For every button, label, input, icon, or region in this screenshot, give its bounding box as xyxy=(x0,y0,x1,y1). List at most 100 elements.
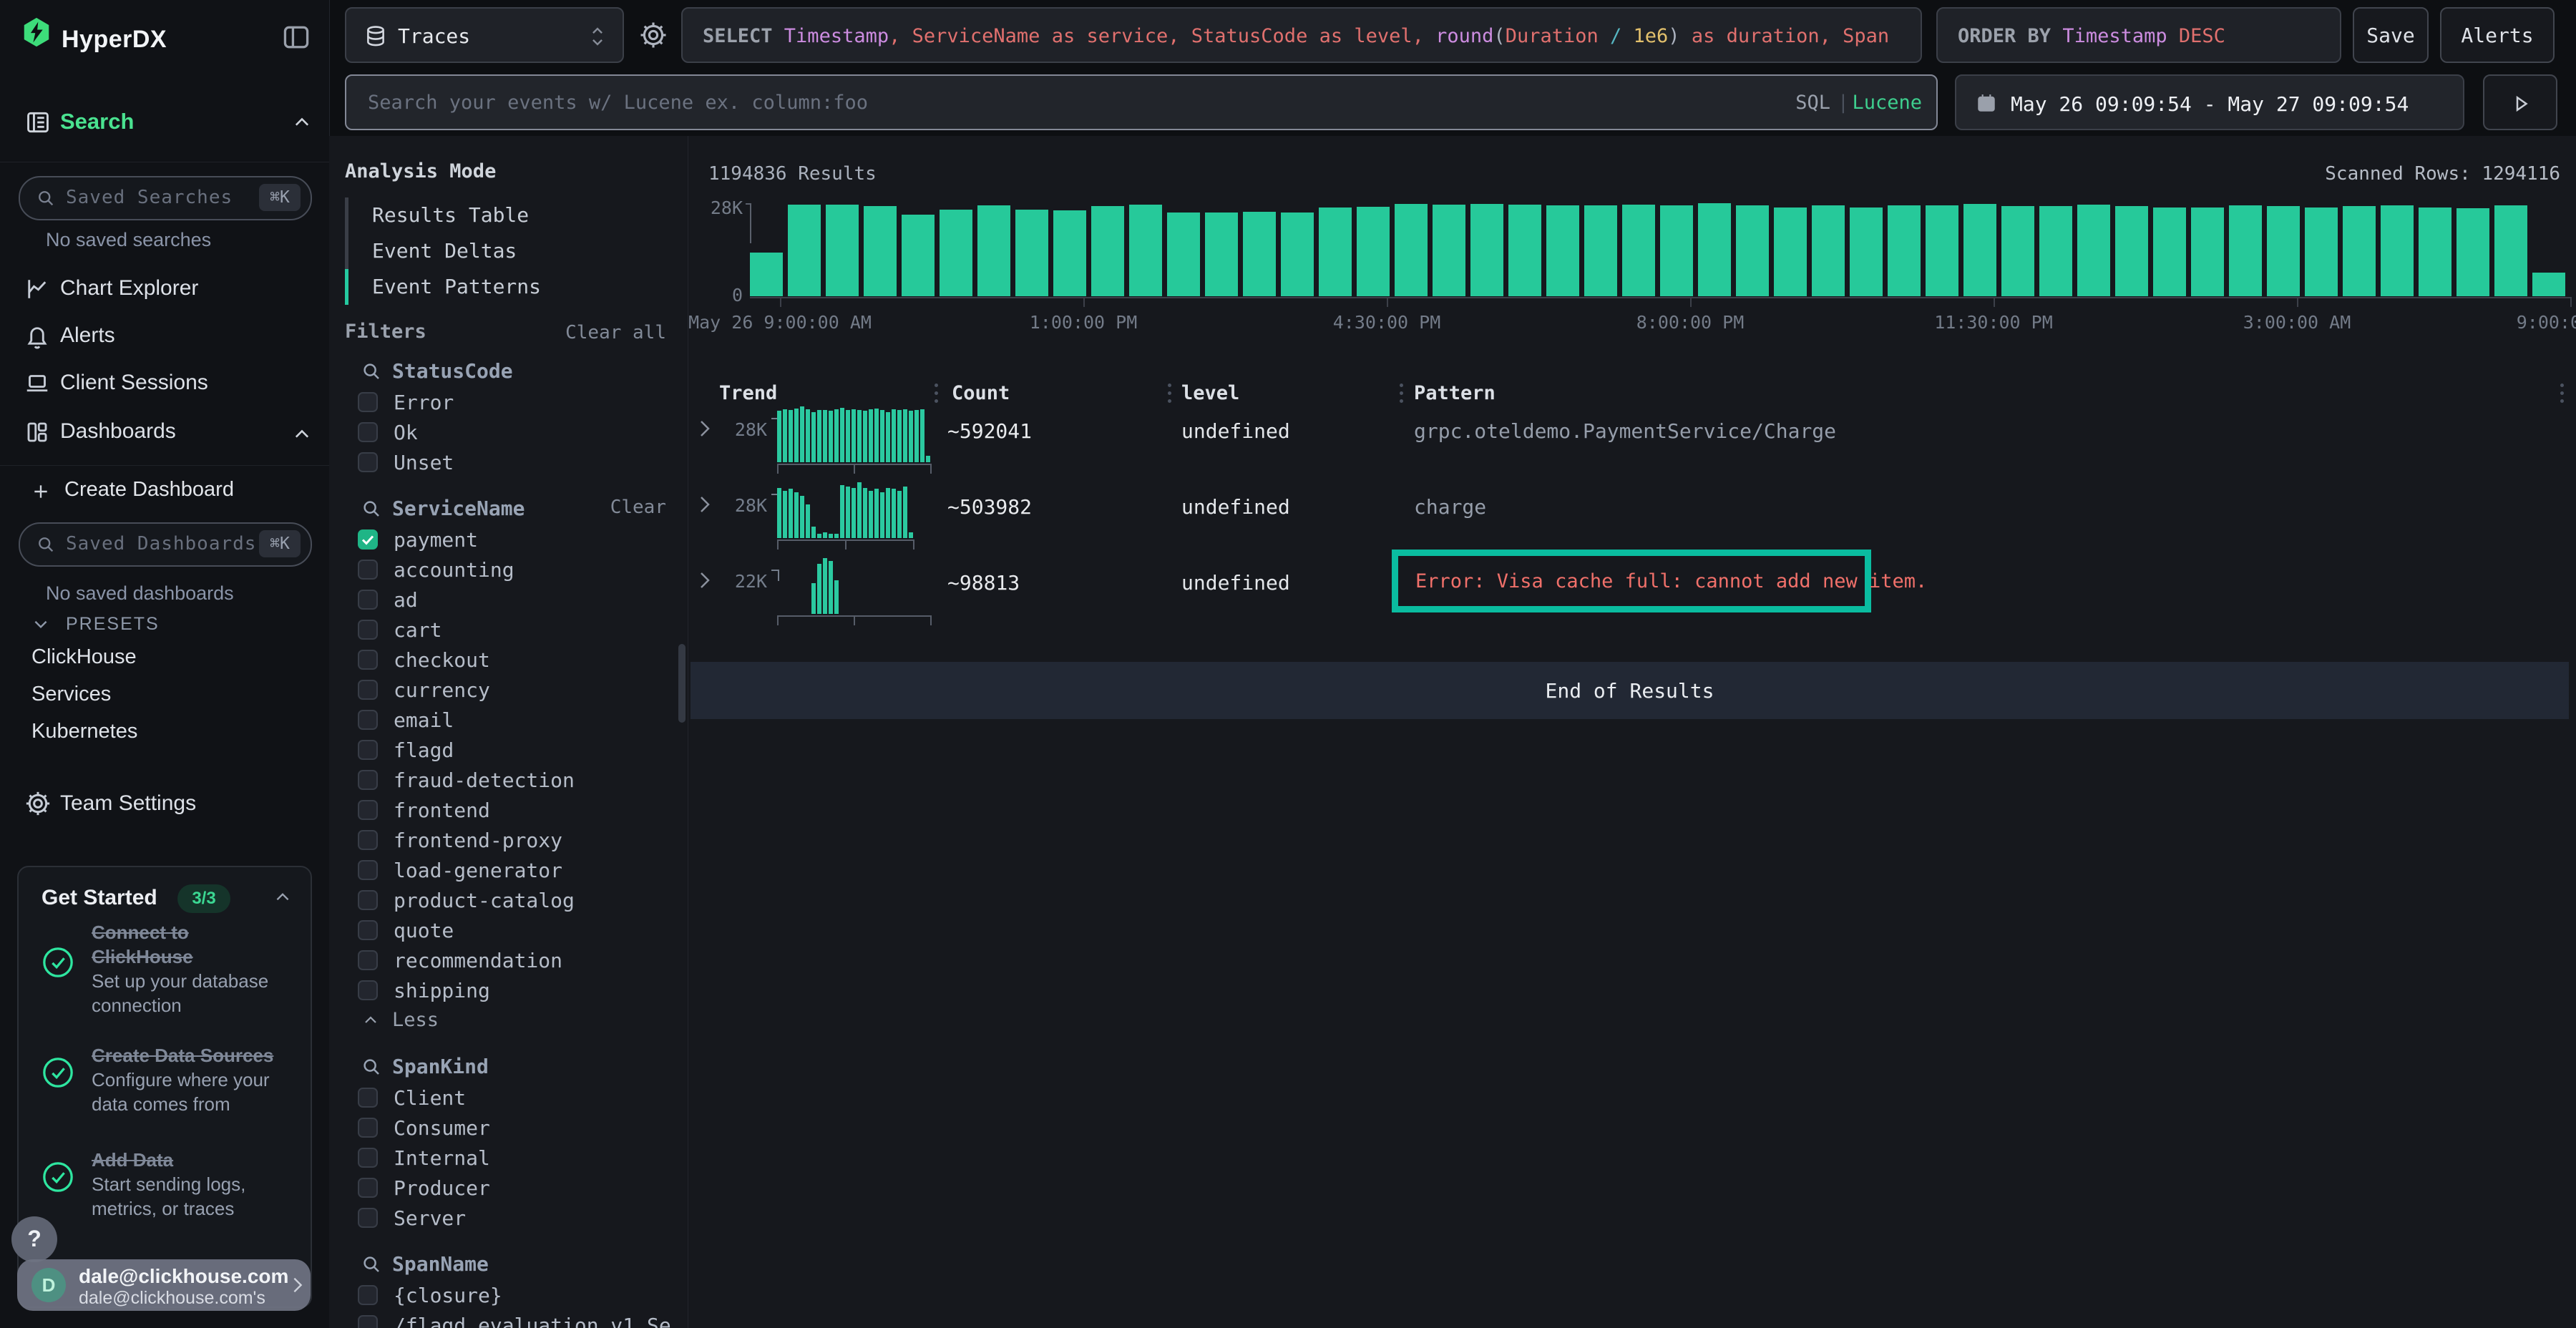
filter-option-row[interactable]: payment xyxy=(358,528,665,558)
histogram-bar[interactable] xyxy=(1584,205,1617,296)
histogram-bar[interactable] xyxy=(1243,212,1276,296)
checkbox[interactable] xyxy=(358,560,378,580)
filter-option-row[interactable]: product-catalog xyxy=(358,889,665,919)
saved-searches-input[interactable]: Saved Searches ⌘K xyxy=(19,176,312,220)
histogram-bar[interactable] xyxy=(2153,208,2186,296)
alerts-button[interactable]: Alerts xyxy=(2440,7,2555,63)
search-section-chevron-up-icon[interactable] xyxy=(292,114,312,129)
save-button[interactable]: Save xyxy=(2353,7,2429,63)
checkbox[interactable] xyxy=(358,422,378,442)
sidebar-item-chart-explorer[interactable]: Chart Explorer xyxy=(60,276,198,301)
histogram-bar[interactable] xyxy=(1395,204,1428,296)
sidebar-item-alerts[interactable]: Alerts xyxy=(60,323,115,348)
source-select[interactable]: Traces xyxy=(345,7,624,63)
histogram-bar[interactable] xyxy=(2343,206,2376,296)
histogram-bar[interactable] xyxy=(864,206,897,296)
histogram-bar[interactable] xyxy=(826,205,859,296)
checkbox[interactable] xyxy=(358,1088,378,1108)
checkbox[interactable] xyxy=(358,920,378,940)
filter-option-row[interactable]: frontend-proxy xyxy=(358,829,665,859)
pattern-cell[interactable]: charge xyxy=(1414,495,1486,519)
table-options-icon[interactable] xyxy=(2560,384,2564,403)
filter-option-row[interactable]: checkout xyxy=(358,648,665,678)
histogram-bar[interactable] xyxy=(2381,205,2414,296)
get-started-item[interactable]: Connect to ClickHouseSet up your databas… xyxy=(42,920,292,1017)
histogram-bar[interactable] xyxy=(2494,205,2527,296)
language-sql-toggle[interactable]: SQL xyxy=(1795,92,1830,114)
histogram-bars[interactable] xyxy=(750,203,2572,296)
histogram-bar[interactable] xyxy=(2267,206,2300,296)
get-started-chevron-up-icon[interactable] xyxy=(273,890,292,903)
checkbox[interactable] xyxy=(358,1118,378,1138)
analysis-mode-event-patterns[interactable]: Event Patterns xyxy=(372,269,541,305)
histogram-bar[interactable] xyxy=(1812,205,1845,296)
filter-option-row[interactable]: cart xyxy=(358,618,665,648)
get-started-item[interactable]: Create Data SourcesConfigure where your … xyxy=(42,1043,292,1116)
filter-option-row[interactable]: Consumer xyxy=(358,1116,665,1146)
checkbox[interactable] xyxy=(358,770,378,790)
checkbox[interactable] xyxy=(358,1178,378,1198)
pattern-cell[interactable]: grpc.oteldemo.PaymentService/Charge xyxy=(1414,419,1836,443)
histogram-bar[interactable] xyxy=(1129,205,1162,296)
filter-option-row[interactable]: email xyxy=(358,708,665,738)
histogram-bar[interactable] xyxy=(1091,206,1124,296)
histogram-bar[interactable] xyxy=(2001,206,2034,296)
histogram-bar[interactable] xyxy=(1357,207,1390,296)
histogram-bar[interactable] xyxy=(1660,205,1693,296)
histogram-bar[interactable] xyxy=(2039,206,2072,296)
histogram-bar[interactable] xyxy=(2532,273,2565,296)
create-dashboard-button[interactable]: Create Dashboard xyxy=(64,478,234,502)
user-menu[interactable]: D dale@clickhouse.com dale@clickhouse.co… xyxy=(17,1259,311,1311)
sidebar-preset-item[interactable]: Kubernetes xyxy=(31,720,137,743)
presets-label[interactable]: PRESETS xyxy=(66,614,160,635)
column-resize-handle[interactable] xyxy=(935,384,938,403)
filter-option-row[interactable]: Internal xyxy=(358,1146,665,1176)
search-input[interactable] xyxy=(345,74,1938,130)
histogram-bar[interactable] xyxy=(2229,205,2262,296)
checkbox[interactable] xyxy=(358,590,378,610)
sidebar-item-search[interactable]: Search xyxy=(60,109,134,135)
filter-option-row[interactable]: currency xyxy=(358,678,665,708)
histogram-bar[interactable] xyxy=(1963,204,1996,296)
checkbox[interactable] xyxy=(358,980,378,1000)
filter-option-row[interactable]: Ok xyxy=(358,421,665,451)
table-row[interactable]: 28K~503982undefinedcharge xyxy=(688,477,2576,552)
date-range-picker[interactable]: May 26 09:09:54 - May 27 09:09:54 xyxy=(1955,74,2464,130)
checkbox[interactable] xyxy=(358,890,378,910)
histogram-bar[interactable] xyxy=(2191,208,2224,296)
analysis-mode-results-table[interactable]: Results Table xyxy=(372,197,541,233)
saved-dashboards-input[interactable]: Saved Dashboards ⌘K xyxy=(19,522,312,567)
histogram-bar[interactable] xyxy=(1319,208,1352,296)
checkbox[interactable] xyxy=(358,392,378,412)
filter-option-row[interactable]: shipping xyxy=(358,979,665,1009)
gear-icon[interactable] xyxy=(638,20,668,50)
table-row[interactable]: 22K~98813undefinedError: Visa cache full… xyxy=(688,552,2576,628)
filter-option-row[interactable]: fraud-detection xyxy=(358,768,665,799)
filter-option-row[interactable]: /flagd.evaluation.v1.Se… xyxy=(358,1314,665,1328)
presets-chevron-down-icon[interactable] xyxy=(31,617,50,631)
histogram-bar[interactable] xyxy=(750,253,783,296)
checkbox[interactable] xyxy=(358,710,378,730)
checkbox[interactable] xyxy=(358,740,378,760)
row-expand-chevron-icon[interactable] xyxy=(696,418,714,439)
histogram-bar[interactable] xyxy=(1015,210,1048,296)
histogram-bar[interactable] xyxy=(940,210,972,296)
table-row[interactable]: 28K~592041undefinedgrpc.oteldemo.Payment… xyxy=(688,401,2576,477)
order-by-editor[interactable]: ORDER BY Timestamp DESC xyxy=(1936,7,2341,63)
histogram-bar[interactable] xyxy=(1281,213,1314,296)
histogram-bar[interactable] xyxy=(1774,208,1807,296)
checkbox[interactable] xyxy=(358,452,378,472)
histogram-bar[interactable] xyxy=(2305,208,2338,296)
histogram-bar[interactable] xyxy=(2457,208,2489,296)
histogram-bar[interactable] xyxy=(977,205,1010,296)
sidebar-item-client-sessions[interactable]: Client Sessions xyxy=(60,371,208,395)
histogram-bar[interactable] xyxy=(1546,205,1579,296)
histogram-bar[interactable] xyxy=(1736,205,1769,296)
dashboards-section-chevron-up-icon[interactable] xyxy=(292,426,312,441)
histogram-bar[interactable] xyxy=(1926,205,1958,296)
analysis-mode-event-deltas[interactable]: Event Deltas xyxy=(372,233,541,269)
filter-option-row[interactable]: Client xyxy=(358,1086,665,1116)
filter-option-row[interactable]: frontend xyxy=(358,799,665,829)
sidebar-preset-item[interactable]: ClickHouse xyxy=(31,645,137,669)
histogram-bar[interactable] xyxy=(1205,213,1238,296)
